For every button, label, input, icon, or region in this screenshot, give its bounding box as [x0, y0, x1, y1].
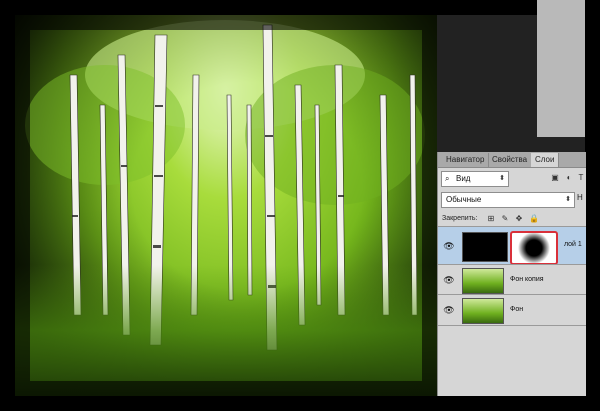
text-filter-icon[interactable]: T	[576, 173, 586, 183]
layer-name: лой 1	[564, 241, 582, 248]
dropdown-arrow-icon: ⬍	[565, 196, 571, 203]
lock-all-icon[interactable]: 🔒	[529, 214, 539, 224]
opacity-label: Н	[577, 193, 583, 202]
layer-thumbnail	[462, 298, 504, 324]
layer-thumbnail	[462, 232, 508, 262]
layer-row[interactable]: 👁 Фон копия	[438, 264, 586, 295]
tab-layers[interactable]: Слои	[531, 153, 560, 167]
eye-icon[interactable]: 👁	[442, 274, 456, 286]
tab-navigator[interactable]: Навигатор	[442, 153, 490, 167]
lock-row: Закрепить: ⊞ ✎ ✥ 🔒	[438, 212, 586, 226]
lock-move-icon[interactable]: ✥	[514, 214, 524, 224]
adjustment-filter-icon[interactable]: ◐	[564, 173, 574, 183]
layers-panel: Навигатор Свойства Слои ⌕ Вид ⬍ ▣ ◐ T Об…	[437, 152, 586, 396]
blend-mode-select[interactable]: Обычные ⬍	[441, 192, 575, 208]
layer-mask-thumbnail[interactable]	[510, 231, 558, 265]
lock-transparency-icon[interactable]: ⊞	[486, 214, 496, 224]
layer-row[interactable]: 👁 Фон	[438, 294, 586, 326]
layer-row[interactable]: 👁 лой 1	[438, 226, 586, 265]
layer-name: Фон	[510, 306, 524, 313]
lock-label: Закрепить:	[442, 215, 478, 222]
layer-filter-select[interactable]: ⌕ Вид ⬍	[441, 171, 509, 187]
dropdown-arrow-icon: ⬍	[499, 175, 505, 182]
tab-properties[interactable]: Свойства	[488, 153, 533, 167]
layer-filter-row: ⌕ Вид ⬍ ▣ ◐ T	[438, 168, 586, 190]
blend-mode-value: Обычные	[446, 195, 482, 204]
search-icon: ⌕	[445, 174, 450, 183]
layer-thumbnail	[462, 268, 504, 294]
layer-filter-value: Вид	[456, 174, 471, 183]
birch-forest-illustration	[15, 15, 437, 396]
canvas-image[interactable]	[15, 15, 437, 396]
image-filter-icon[interactable]: ▣	[550, 173, 560, 183]
panel-tab-bar: Навигатор Свойства Слои	[438, 152, 586, 168]
eye-icon[interactable]: 👁	[442, 304, 456, 316]
layer-name: Фон копия	[510, 276, 544, 283]
eye-icon[interactable]: 👁	[442, 240, 456, 252]
canvas-background	[537, 0, 585, 137]
lock-paint-icon[interactable]: ✎	[500, 214, 510, 224]
